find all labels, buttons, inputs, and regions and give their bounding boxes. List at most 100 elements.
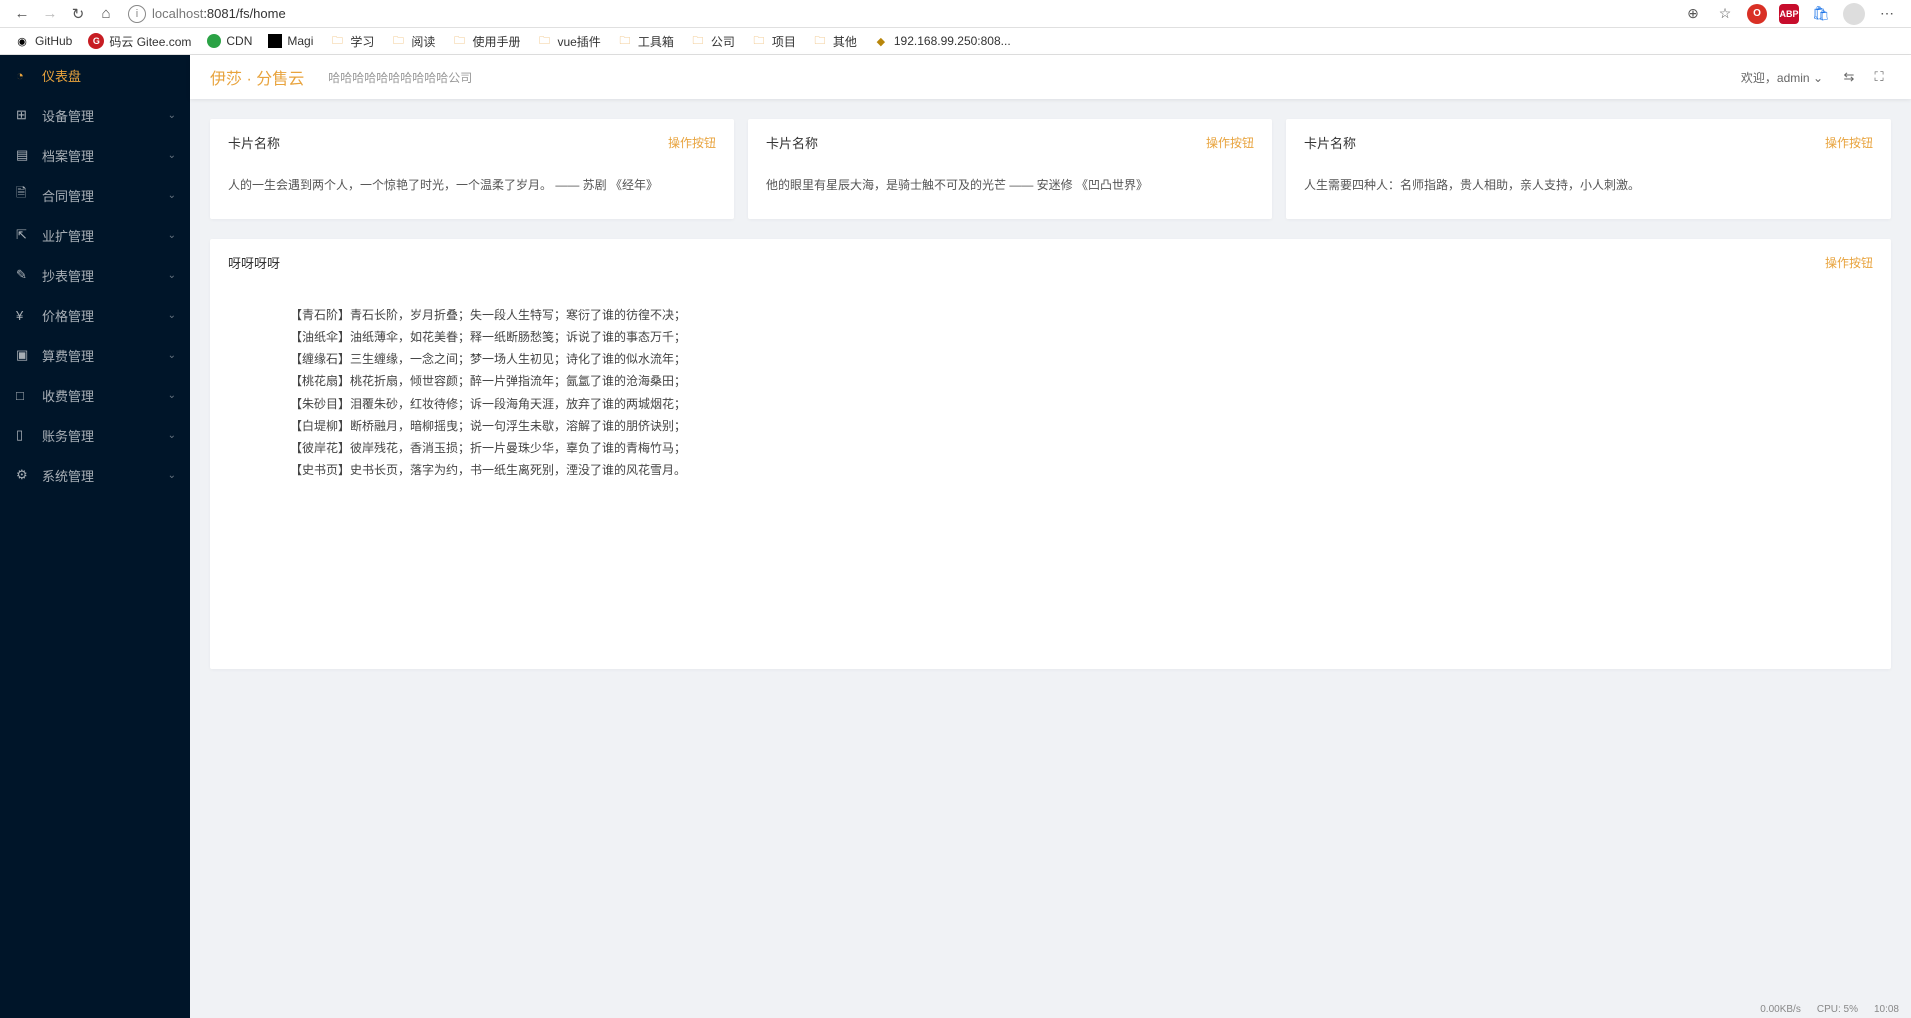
adblock-icon[interactable]: ABP bbox=[1779, 4, 1799, 24]
account-icon: ▯ bbox=[16, 427, 32, 443]
folder-icon: 🗀 bbox=[617, 33, 633, 49]
expansion-icon: ⇱ bbox=[16, 227, 32, 243]
sidebar-item-charge[interactable]: □ 收费管理 ⌄ bbox=[0, 375, 190, 415]
status-net: 0.00KB/s bbox=[1760, 1004, 1801, 1015]
folder-icon: 🗀 bbox=[751, 33, 767, 49]
bookmark-cdn[interactable]: CDN bbox=[201, 32, 258, 50]
sidebar-item-label: 业扩管理 bbox=[42, 226, 94, 245]
refresh-button[interactable]: ↻ bbox=[64, 0, 92, 28]
card-action-button[interactable]: 操作按钮 bbox=[1825, 254, 1873, 271]
folder-icon: 🗀 bbox=[536, 33, 552, 49]
poem-line: 【史书页】史书长页，落字为约，书一纸生离死别，湮没了谁的风花雪月。 bbox=[290, 459, 1811, 481]
sidebar-item-archive[interactable]: ▤档案管理⌄ bbox=[0, 135, 190, 175]
poem-line: 【桃花扇】桃花折扇，倾世容颜；醉一片弹指流年；氤氲了谁的沧海桑田； bbox=[290, 370, 1811, 392]
sidebar-item-system[interactable]: ⚙ 系统管理 ⌄ bbox=[0, 455, 190, 495]
chevron-down-icon: ⌄ bbox=[168, 470, 176, 481]
poem-line: 【青石阶】青石长阶，岁月折叠；失一段人生特写；寒衍了谁的彷徨不决； bbox=[290, 304, 1811, 326]
folder-icon: 🗀 bbox=[390, 33, 406, 49]
bookmark-github[interactable]: ◉GitHub bbox=[8, 31, 78, 51]
billing-icon: ▣ bbox=[16, 347, 32, 363]
folder-icon: 🗀 bbox=[329, 33, 345, 49]
opera-icon[interactable]: O bbox=[1747, 4, 1767, 24]
card-2: 卡片名称 操作按钮 他的眼里有星辰大海，是骑士触不可及的光芒 —— 安迷修 《凹… bbox=[748, 119, 1272, 219]
card-action-button[interactable]: 操作按钮 bbox=[1206, 134, 1254, 151]
poem-line: 【彼岸花】彼岸残花，香消玉损；折一片曼珠少华，辜负了谁的青梅竹马； bbox=[290, 437, 1811, 459]
sidebar-item-device[interactable]: ⊞设备管理⌄ bbox=[0, 95, 190, 135]
site-info-icon[interactable]: i bbox=[128, 5, 146, 23]
poem-line: 【朱砂目】泪覆朱砂，红妆待修；诉一段海角天涯，放弃了谁的两城烟花； bbox=[290, 393, 1811, 415]
chevron-down-icon: ⌄ bbox=[168, 390, 176, 401]
charge-icon: □ bbox=[16, 388, 32, 403]
status-cpu: CPU: 5% bbox=[1817, 1004, 1858, 1015]
search-icon[interactable]: ⊕ bbox=[1683, 4, 1703, 24]
bookmark-folder-study[interactable]: 🗀学习 bbox=[323, 31, 380, 52]
card-header: 卡片名称 操作按钮 bbox=[748, 119, 1272, 166]
bookmark-folder-tools[interactable]: 🗀工具箱 bbox=[611, 31, 680, 52]
bookmark-magi[interactable]: Magi bbox=[262, 32, 319, 50]
profile-avatar[interactable] bbox=[1843, 3, 1865, 25]
sidebar-item-label: 价格管理 bbox=[42, 306, 94, 325]
card-title: 呀呀呀呀 bbox=[228, 253, 280, 272]
settings-toggle-icon[interactable]: ⇆ bbox=[1837, 65, 1861, 89]
card-body: 人的一生会遇到两个人，一个惊艳了时光，一个温柔了岁月。 —— 苏剧 《经年》 bbox=[210, 166, 734, 219]
sidebar-item-meter[interactable]: ✎抄表管理⌄ bbox=[0, 255, 190, 295]
bookmark-folder-company[interactable]: 🗀公司 bbox=[684, 31, 741, 52]
card-title: 卡片名称 bbox=[228, 133, 280, 152]
sidebar-item-label: 收费管理 bbox=[42, 386, 94, 405]
bookmark-ip[interactable]: ◆192.168.99.250:808... bbox=[867, 31, 1017, 51]
sidebar-item-price[interactable]: ¥ 价格管理 ⌄ bbox=[0, 295, 190, 335]
big-card: 呀呀呀呀 操作按钮 【青石阶】青石长阶，岁月折叠；失一段人生特写；寒衍了谁的彷徨… bbox=[210, 239, 1891, 669]
card-action-button[interactable]: 操作按钮 bbox=[1825, 134, 1873, 151]
card-action-button[interactable]: 操作按钮 bbox=[668, 134, 716, 151]
forward-button[interactable]: → bbox=[36, 0, 64, 28]
cards-row: 卡片名称 操作按钮 人的一生会遇到两个人，一个惊艳了时光，一个温柔了岁月。 ——… bbox=[210, 119, 1891, 219]
sidebar-item-label: 档案管理 bbox=[42, 146, 94, 165]
poem-line: 【白堤柳】断桥融月，暗柳摇曳；说一句浮生未歇，溶解了谁的朋侪诀别； bbox=[290, 415, 1811, 437]
bookmark-gitee[interactable]: G码云 Gitee.com bbox=[82, 31, 197, 52]
extension-badge-icon[interactable]: 🛍 bbox=[1811, 4, 1831, 24]
sidebar-item-contract[interactable]: 🗎合同管理⌄ bbox=[0, 175, 190, 215]
favorite-icon[interactable]: ☆ bbox=[1715, 4, 1735, 24]
chevron-down-icon[interactable]: ⌄ bbox=[1813, 71, 1823, 85]
sidebar-item-dashboard[interactable]: ◔仪表盘 bbox=[0, 55, 190, 95]
bookmark-folder-vue[interactable]: 🗀vue插件 bbox=[530, 31, 606, 52]
address-bar[interactable]: i localhost:8081/fs/home bbox=[128, 3, 1683, 25]
status-time: 10:08 bbox=[1874, 1004, 1899, 1015]
card-title: 卡片名称 bbox=[1304, 133, 1356, 152]
sidebar-item-billing[interactable]: ▣算费管理⌄ bbox=[0, 335, 190, 375]
poem-line: 【油纸伞】油纸薄伞，如花美眷；释一纸断肠愁笺；诉说了谁的事态万千； bbox=[290, 326, 1811, 348]
sidebar-item-label: 合同管理 bbox=[42, 186, 94, 205]
card-body: 人生需要四种人：名师指路，贵人相助，亲人支持，小人刺激。 bbox=[1286, 166, 1891, 219]
server-icon: ◆ bbox=[873, 33, 889, 49]
card-title: 卡片名称 bbox=[766, 133, 818, 152]
sidebar-item-label: 系统管理 bbox=[42, 466, 94, 485]
browser-toolbar-right: ⊕ ☆ O ABP 🛍 ⋯ bbox=[1683, 3, 1903, 25]
sidebar-item-label: 账务管理 bbox=[42, 426, 94, 445]
bookmark-folder-project[interactable]: 🗀项目 bbox=[745, 31, 802, 52]
bookmark-folder-other[interactable]: 🗀其他 bbox=[806, 31, 863, 52]
more-menu-icon[interactable]: ⋯ bbox=[1877, 4, 1897, 24]
chevron-down-icon: ⌄ bbox=[168, 430, 176, 441]
brand-subtitle: 哈哈哈哈哈哈哈哈哈哈公司 bbox=[328, 69, 472, 86]
sidebar-item-expansion[interactable]: ⇱业扩管理⌄ bbox=[0, 215, 190, 255]
device-icon: ⊞ bbox=[16, 107, 32, 123]
bookmark-folder-manual[interactable]: 🗀使用手册 bbox=[445, 31, 526, 52]
url-text: localhost:8081/fs/home bbox=[152, 6, 286, 21]
github-icon: ◉ bbox=[14, 33, 30, 49]
price-icon: ¥ bbox=[16, 308, 32, 323]
chevron-down-icon: ⌄ bbox=[168, 310, 176, 321]
system-icon: ⚙ bbox=[16, 467, 32, 483]
dashboard-icon: ◔ bbox=[16, 68, 32, 83]
main-area: 伊莎 · 分售云 哈哈哈哈哈哈哈哈哈哈公司 欢迎，admin ⌄ ⇆ ⛶ 卡片名… bbox=[190, 55, 1911, 1018]
status-bar: 0.00KB/s CPU: 5% 10:08 bbox=[1760, 1000, 1899, 1018]
card-3: 卡片名称 操作按钮 人生需要四种人：名师指路，贵人相助，亲人支持，小人刺激。 bbox=[1286, 119, 1891, 219]
magi-icon bbox=[268, 34, 282, 48]
bookmark-folder-read[interactable]: 🗀阅读 bbox=[384, 31, 441, 52]
home-button[interactable]: ⌂ bbox=[92, 0, 120, 28]
welcome-text: 欢迎，admin ⌄ bbox=[1741, 69, 1823, 86]
sidebar-item-account[interactable]: ▯ 账务管理 ⌄ bbox=[0, 415, 190, 455]
chevron-down-icon: ⌄ bbox=[168, 270, 176, 281]
fullscreen-icon[interactable]: ⛶ bbox=[1867, 65, 1891, 89]
back-button[interactable]: ← bbox=[8, 0, 36, 28]
content-area: 卡片名称 操作按钮 人的一生会遇到两个人，一个惊艳了时光，一个温柔了岁月。 ——… bbox=[190, 99, 1911, 1018]
